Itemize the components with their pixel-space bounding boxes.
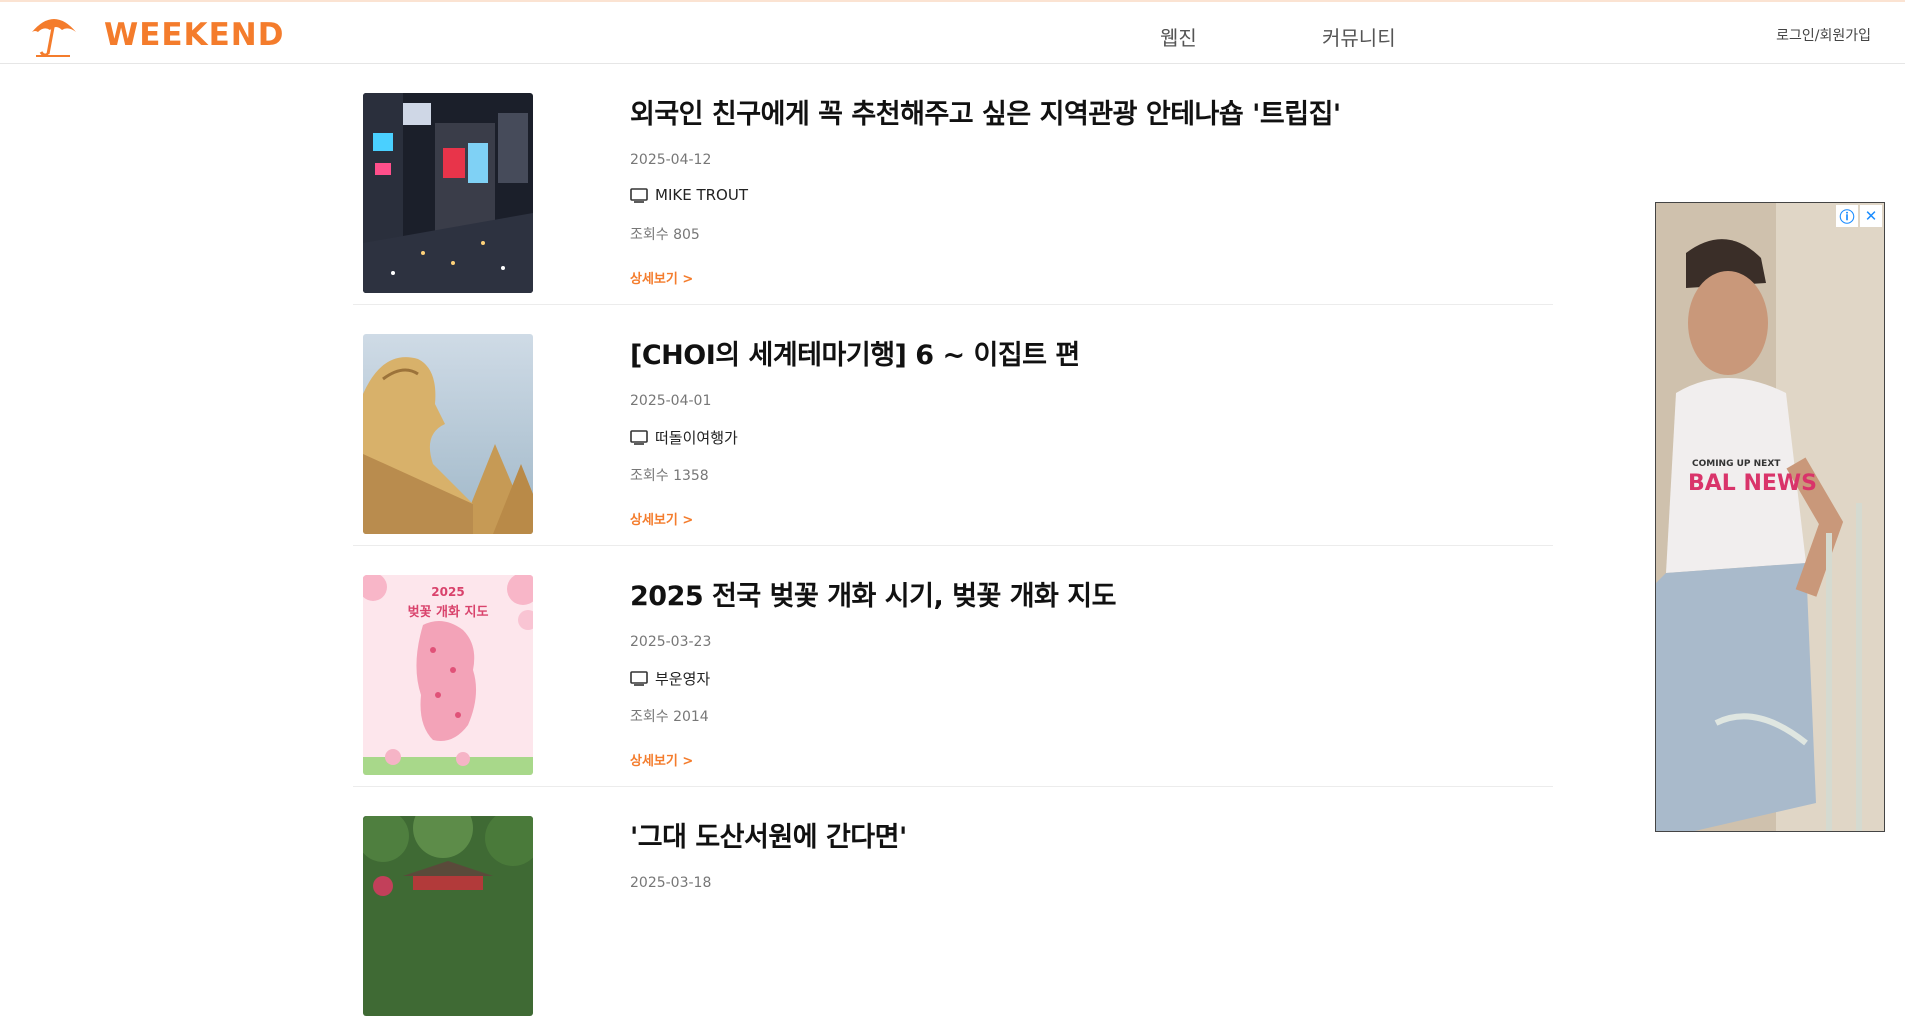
article-item: 외국인 친구에게 꼭 추천해주고 싶은 지역관광 안테나숍 '트립집' 2025… <box>353 64 1553 305</box>
site-logo[interactable]: WEEKEND <box>30 12 284 58</box>
article-thumbnail[interactable] <box>363 93 533 293</box>
article-date: 2025-04-12 <box>630 152 712 168</box>
book-icon <box>630 187 648 203</box>
article-title[interactable]: '그대 도산서원에 간다면' <box>630 815 907 854</box>
logo-text: WEEKEND <box>104 17 285 53</box>
article-thumbnail[interactable] <box>363 816 533 1016</box>
article-title[interactable]: 외국인 친구에게 꼭 추천해주고 싶은 지역관광 안테나숍 '트립집' <box>630 92 1341 131</box>
info-icon[interactable]: ⓘ <box>1836 205 1858 227</box>
city-night-icon <box>363 93 533 293</box>
article-title[interactable]: 2025 전국 벚꽃 개화 시기, 벚꽃 개화 지도 <box>630 574 1116 613</box>
article-views: 조회수 1358 <box>630 468 709 484</box>
login-signup-link[interactable]: 로그인/회원가입 <box>1776 25 1871 45</box>
article-thumbnail[interactable]: 2025 벚꽃 개화 지도 <box>363 575 533 775</box>
detail-link[interactable]: 상세보기 > <box>630 509 693 528</box>
article-date: 2025-03-18 <box>630 875 712 891</box>
author-name: 부운영자 <box>655 670 711 688</box>
close-icon[interactable]: ✕ <box>1860 205 1882 227</box>
article-item: 2025 벚꽃 개화 지도 2025 전국 벚꽃 개화 시기, 벚꽃 개화 지도… <box>353 546 1553 787</box>
ad-shirt-line2: BAL NEWS <box>1688 471 1818 496</box>
book-icon <box>630 430 648 445</box>
book-icon <box>630 671 648 686</box>
ad-controls: ⓘ ✕ <box>1836 205 1882 227</box>
sphinx-icon <box>363 334 533 534</box>
ad-shirt-line1: COMING UP NEXT <box>1692 459 1781 469</box>
umbrella-icon <box>32 19 76 57</box>
ad-photo <box>1656 203 1884 831</box>
article-date: 2025-04-01 <box>630 393 712 409</box>
thumbnail-year: 2025 <box>431 585 465 599</box>
article-item: '그대 도산서원에 간다면' 2025-03-18 <box>353 787 1553 1028</box>
article-date: 2025-03-23 <box>630 634 712 650</box>
thumbnail-caption: 벚꽃 개화 지도 <box>407 605 489 620</box>
forest-temple-icon <box>363 816 533 1016</box>
article-views: 조회수 805 <box>630 227 700 243</box>
author-name: 떠돌이여행가 <box>655 429 738 447</box>
top-navigation-bar: WEEKEND 웹진 커뮤니티 로그인/회원가입 <box>0 0 1905 64</box>
detail-link[interactable]: 상세보기 > <box>630 268 693 287</box>
article-views: 조회수 2014 <box>630 709 709 725</box>
nav-webzine[interactable]: 웹진 <box>1160 22 1197 51</box>
detail-link[interactable]: 상세보기 > <box>630 750 693 769</box>
article-author: 부운영자 <box>630 668 710 689</box>
nav-community[interactable]: 커뮤니티 <box>1322 22 1396 51</box>
author-name: MIKE TROUT <box>655 186 748 204</box>
article-title[interactable]: [CHOI의 세계테마기행] 6 ~ 이집트 편 <box>630 333 1080 372</box>
side-advertisement[interactable]: COMING UP NEXT BAL NEWS ⓘ ✕ <box>1655 202 1885 832</box>
article-author: 떠돌이여행가 <box>630 427 738 448</box>
article-thumbnail[interactable] <box>363 334 533 534</box>
article-author: MIKE TROUT <box>630 186 748 204</box>
article-item: [CHOI의 세계테마기행] 6 ~ 이집트 편 2025-04-01 떠돌이여… <box>353 305 1553 546</box>
article-list: 외국인 친구에게 꼭 추천해주고 싶은 지역관광 안테나숍 '트립집' 2025… <box>353 64 1553 1028</box>
